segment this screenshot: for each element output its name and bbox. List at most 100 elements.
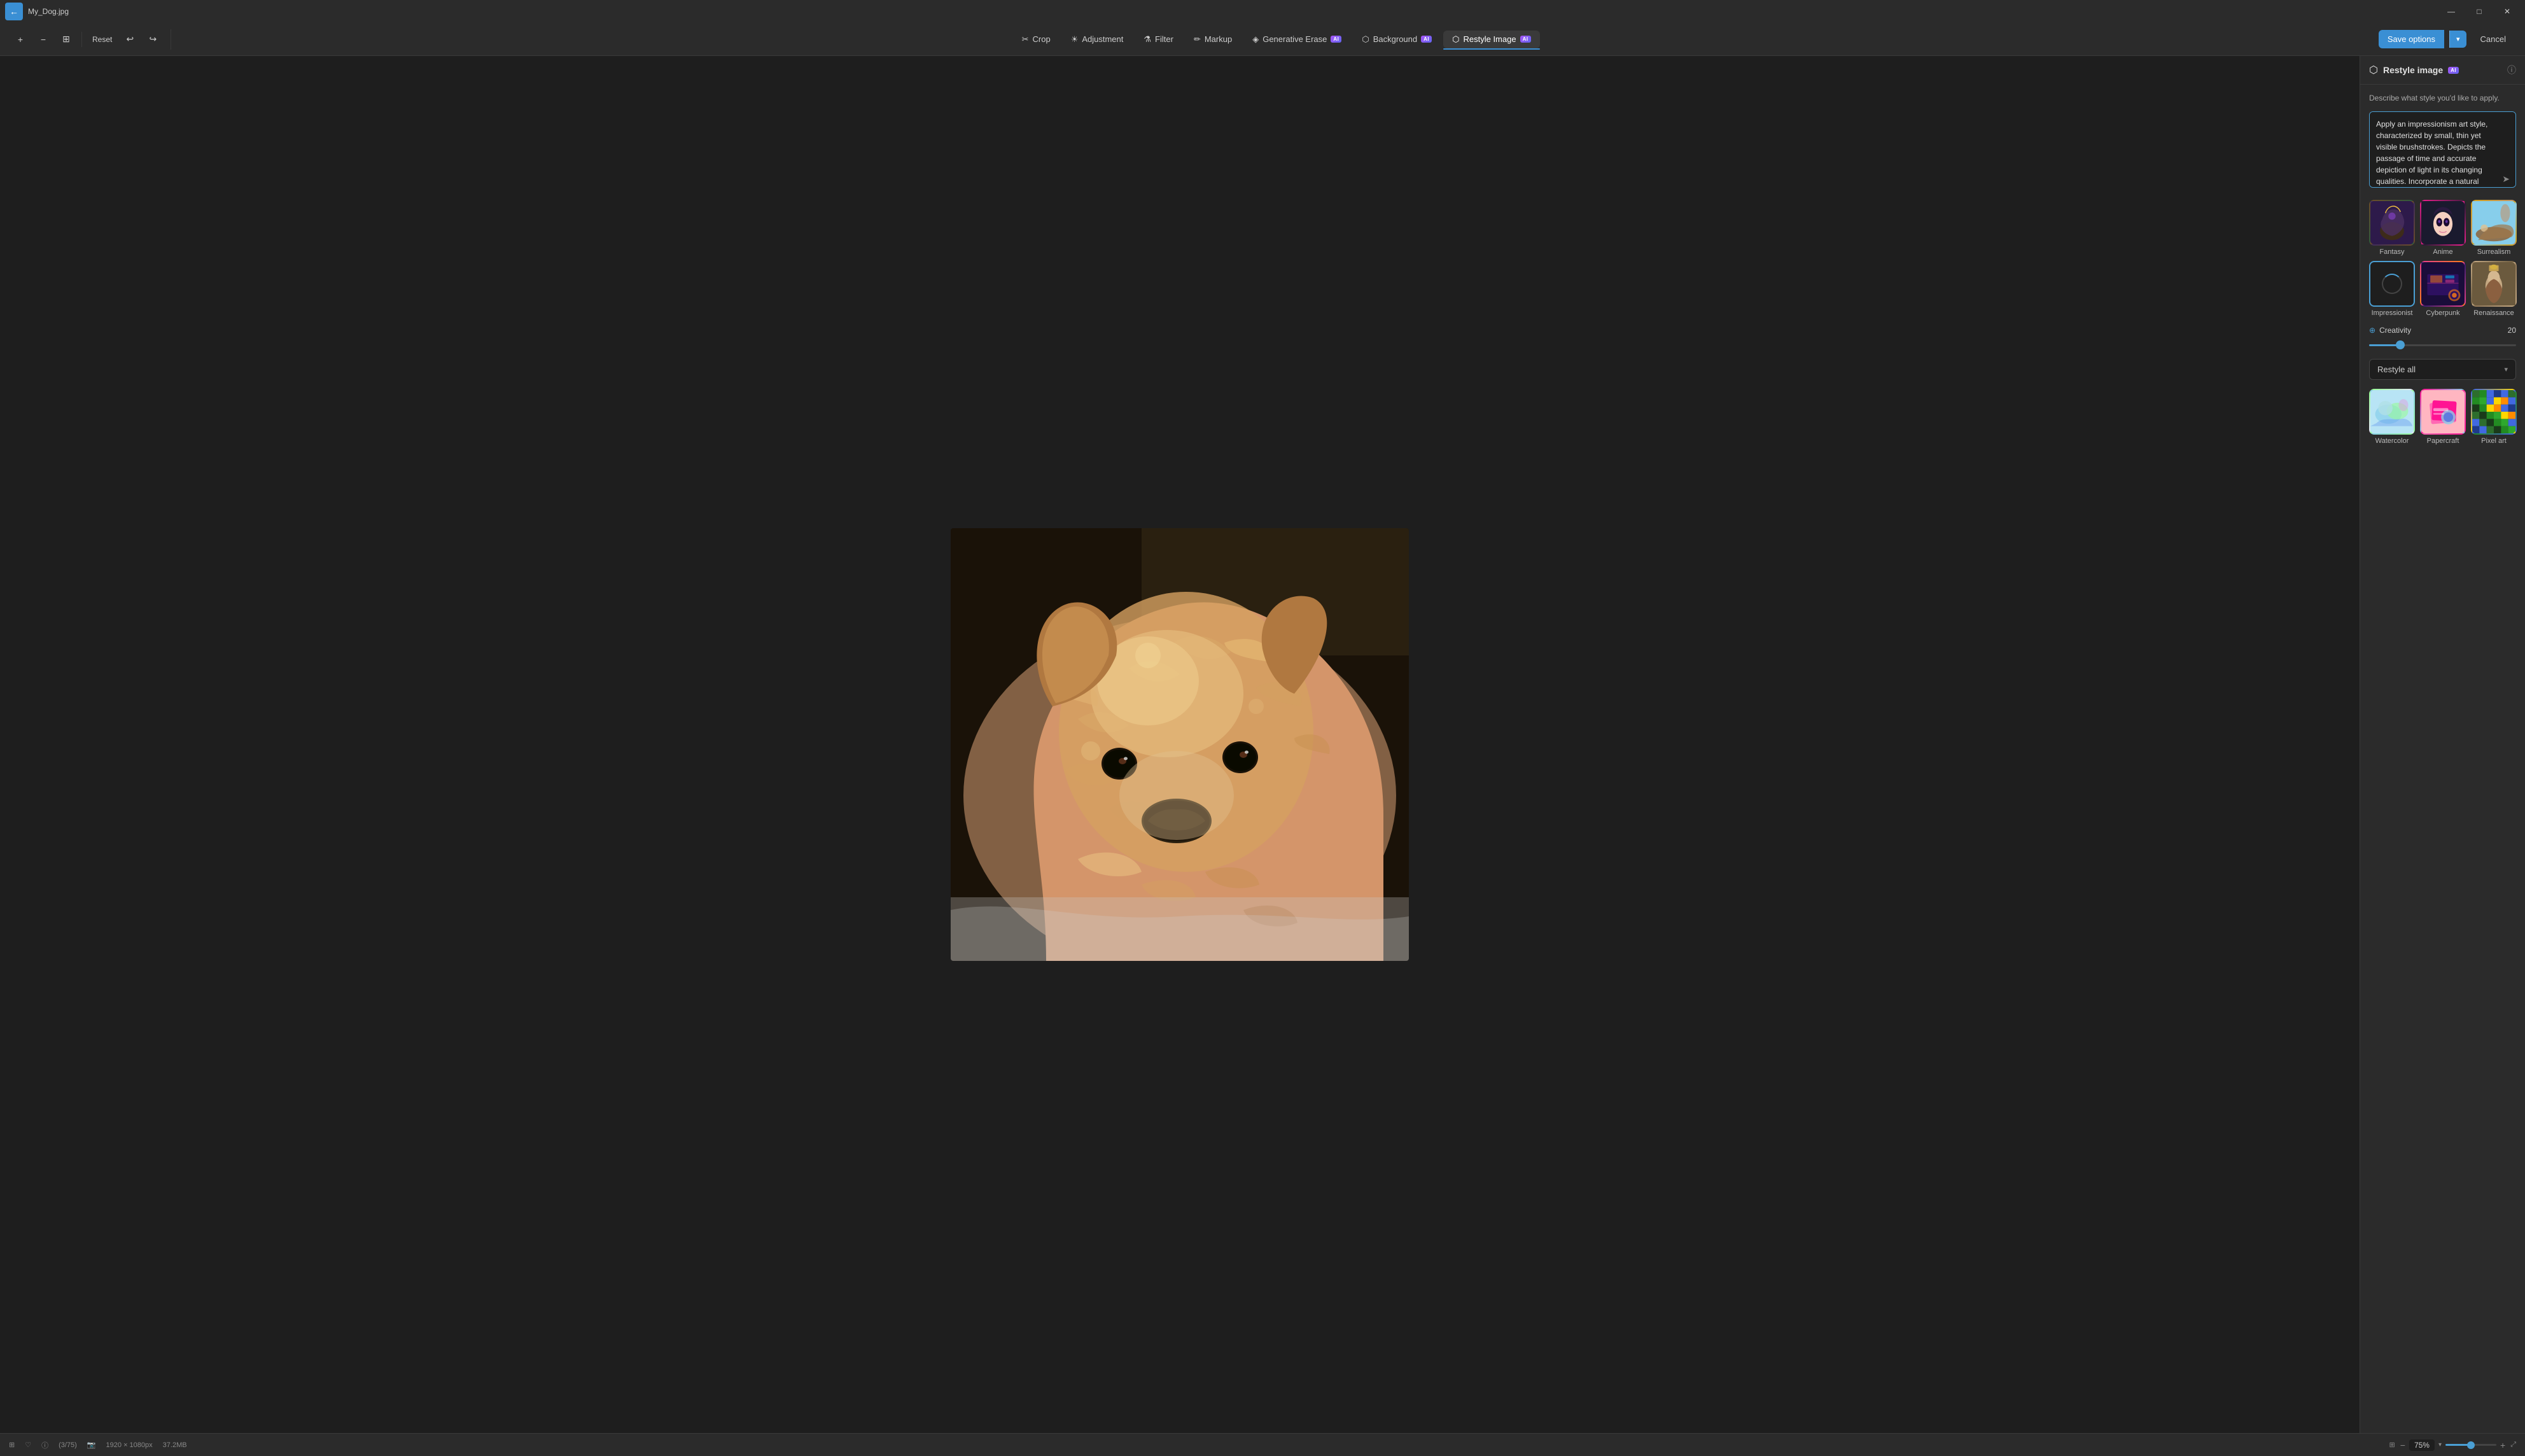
papercraft-label: Papercraft xyxy=(2427,437,2459,445)
generative-erase-tool[interactable]: ◈ Generative Erase AI xyxy=(1243,31,1350,48)
panel-title-row: ⬡ Restyle image AI xyxy=(2369,64,2459,76)
restyle-dropdown-label: Restyle all xyxy=(2377,365,2416,374)
filter-tool[interactable]: ⚗ Filter xyxy=(1135,31,1182,48)
creativity-section: ⊕ Creativity 20 xyxy=(2369,326,2516,350)
surrealism-style-item[interactable]: Surrealism xyxy=(2471,200,2517,256)
fantasy-thumb xyxy=(2369,200,2415,246)
ai-badge: AI xyxy=(1331,36,1341,43)
pixelart-style-item[interactable]: Pixel art xyxy=(2471,389,2517,445)
anime-style-item[interactable]: Anime xyxy=(2420,200,2466,256)
reset-button[interactable]: Reset xyxy=(87,29,117,50)
fantasy-label: Fantasy xyxy=(2379,248,2404,256)
renaissance-thumb xyxy=(2471,261,2517,307)
watercolor-style-item[interactable]: Watercolor xyxy=(2369,389,2415,445)
ai-badge-restyle: AI xyxy=(1520,36,1531,43)
fantasy-style-item[interactable]: Fantasy xyxy=(2369,200,2415,256)
image-container xyxy=(951,528,1409,961)
back-button[interactable]: ← xyxy=(5,3,23,20)
panel-title: Restyle image xyxy=(2383,65,2443,75)
restyle-dropdown[interactable]: Restyle all ▾ xyxy=(2369,359,2516,380)
surrealism-thumb xyxy=(2471,200,2517,246)
save-options-dropdown[interactable]: ▾ xyxy=(2449,31,2466,48)
creativity-slider[interactable] xyxy=(2369,340,2516,350)
cyberpunk-thumb xyxy=(2420,261,2466,307)
info-icon[interactable]: ⓘ xyxy=(41,1440,48,1450)
cyberpunk-style-item[interactable]: Cyberpunk xyxy=(2420,261,2466,317)
save-options-button[interactable]: Save options xyxy=(2379,30,2444,48)
expand-icon[interactable]: ⤢ xyxy=(2510,1441,2516,1449)
image-dimensions: 1920 × 1080px xyxy=(106,1441,153,1449)
image-area xyxy=(0,56,2360,1433)
style-grid-top: Fantasy xyxy=(2369,200,2516,317)
zoom-controls: − 75% ▾ + xyxy=(2400,1439,2505,1451)
main-content: ⬡ Restyle image AI ⓘ Describe what style… xyxy=(0,56,2525,1433)
minimize-button[interactable]: — xyxy=(2438,3,2464,20)
crop-label: Crop xyxy=(1033,34,1051,44)
markup-tool[interactable]: ✏ Markup xyxy=(1185,31,1241,48)
renaissance-style-item[interactable]: Renaissance xyxy=(2471,261,2517,317)
slider-thumb[interactable] xyxy=(2396,340,2405,349)
toolbar-tools: ✂ Crop ☀ Adjustment ⚗ Filter ✏ Markup ◈ … xyxy=(176,31,2375,48)
describe-label: Describe what style you'd like to apply. xyxy=(2369,94,2516,102)
surrealism-label: Surrealism xyxy=(2477,248,2511,256)
background-tool[interactable]: ⬡ Background AI xyxy=(1353,31,1441,48)
impressionist-label: Impressionist xyxy=(2372,309,2413,317)
send-icon[interactable]: ➤ xyxy=(2502,174,2510,185)
generative-erase-icon: ◈ xyxy=(1252,34,1259,45)
creativity-icon: ⊕ xyxy=(2369,326,2375,335)
heart-icon[interactable]: ♡ xyxy=(25,1441,31,1449)
adjustment-label: Adjustment xyxy=(1082,34,1123,44)
creativity-row: ⊕ Creativity 20 xyxy=(2369,326,2516,335)
markup-icon: ✏ xyxy=(1194,34,1201,45)
adjustment-icon: ☀ xyxy=(1071,34,1079,45)
papercraft-thumb xyxy=(2420,389,2466,435)
titlebar: ← My_Dog.jpg — □ ✕ xyxy=(0,0,2525,23)
dropdown-arrow[interactable]: ▾ xyxy=(2438,1441,2442,1448)
toolbar-right: Save options ▾ Cancel xyxy=(2379,30,2515,48)
ai-badge-bg: AI xyxy=(1421,36,1432,43)
slider-fill xyxy=(2369,344,2398,346)
close-button[interactable]: ✕ xyxy=(2494,3,2520,20)
dog-image xyxy=(951,528,1409,961)
zoom-value[interactable]: 75% xyxy=(2409,1439,2435,1451)
panel-info-button[interactable]: ⓘ xyxy=(2507,64,2516,76)
toolbar-left: + − ⊞ Reset ↩ ↪ xyxy=(10,29,171,50)
image-count: (3/75) xyxy=(59,1441,77,1449)
undo-button[interactable]: ↩ xyxy=(120,29,140,50)
style-description-input[interactable]: Apply an impressionism art style, charac… xyxy=(2369,111,2516,188)
adjustment-tool[interactable]: ☀ Adjustment xyxy=(1062,31,1133,48)
maximize-button[interactable]: □ xyxy=(2466,3,2492,20)
statusbar: ⊞ ♡ ⓘ (3/75) 📷 1920 × 1080px 37.2MB ⊞ − … xyxy=(0,1433,2525,1456)
redo-button[interactable]: ↪ xyxy=(143,29,163,50)
zoom-out-button[interactable]: − xyxy=(2400,1440,2405,1450)
impressionist-style-item[interactable]: Impressionist xyxy=(2369,261,2415,317)
right-panel: ⬡ Restyle image AI ⓘ Describe what style… xyxy=(2360,56,2525,1433)
restyle-dropdown-chevron: ▾ xyxy=(2504,365,2508,374)
zoom-slider[interactable] xyxy=(2445,1444,2496,1446)
zoom-in-status-button[interactable]: + xyxy=(2500,1440,2505,1450)
zoom-out-button[interactable]: − xyxy=(33,29,53,50)
file-size: 37.2MB xyxy=(163,1441,187,1449)
crop-icon: ✂ xyxy=(1022,34,1029,45)
frame-button[interactable]: ⊞ xyxy=(56,29,76,50)
cancel-button[interactable]: Cancel xyxy=(2472,30,2515,48)
filter-icon: ⚗ xyxy=(1144,34,1151,45)
panel-body: Describe what style you'd like to apply.… xyxy=(2360,85,2525,454)
crop-tool[interactable]: ✂ Crop xyxy=(1013,31,1060,48)
textarea-wrapper: Apply an impressionism art style, charac… xyxy=(2369,111,2516,191)
zoom-slider-thumb[interactable] xyxy=(2467,1441,2475,1449)
photo-mode-icon[interactable]: ⊞ xyxy=(2389,1441,2395,1449)
background-label: Background xyxy=(1373,34,1417,44)
grid-icon[interactable]: ⊞ xyxy=(9,1441,15,1449)
creativity-value: 20 xyxy=(2508,326,2516,335)
restyle-image-tool[interactable]: ⬡ Restyle Image AI xyxy=(1443,31,1539,48)
toolbar: + − ⊞ Reset ↩ ↪ ✂ Crop ☀ Adjustment ⚗ Fi… xyxy=(0,23,2525,56)
zoom-slider-fill xyxy=(2445,1444,2468,1446)
camera-icon: 📷 xyxy=(87,1441,96,1449)
window-controls: — □ ✕ xyxy=(2438,3,2520,20)
zoom-in-button[interactable]: + xyxy=(10,29,31,50)
loading-spinner xyxy=(2382,274,2402,294)
papercraft-style-item[interactable]: Papercraft xyxy=(2420,389,2466,445)
watercolor-label: Watercolor xyxy=(2375,437,2409,445)
watercolor-thumb xyxy=(2369,389,2415,435)
